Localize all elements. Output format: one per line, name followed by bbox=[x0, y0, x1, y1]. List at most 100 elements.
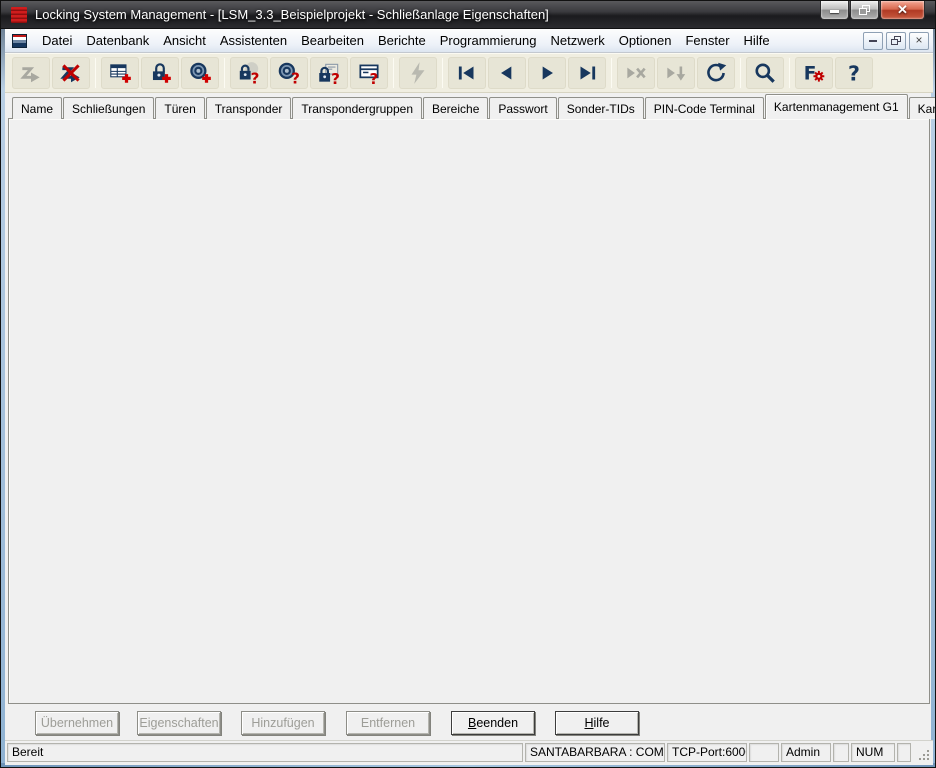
menu-programmierung[interactable]: Programmierung bbox=[433, 29, 544, 52]
read-device-icon: ? bbox=[356, 60, 382, 86]
svg-text:?: ? bbox=[331, 69, 340, 85]
menu-optionen[interactable]: Optionen bbox=[612, 29, 679, 52]
menu-hilfe[interactable]: Hilfe bbox=[737, 29, 777, 52]
apply-button[interactable]: Übernehmen bbox=[35, 711, 119, 735]
filter-settings-icon: F bbox=[801, 60, 827, 86]
search-button[interactable] bbox=[746, 57, 784, 89]
status-empty-2 bbox=[833, 743, 849, 762]
filter-settings-button[interactable]: F bbox=[795, 57, 833, 89]
new-lock-icon bbox=[147, 60, 173, 86]
mdi-restore-icon bbox=[891, 36, 901, 46]
tab-schliessungen[interactable]: Schließungen bbox=[63, 97, 154, 119]
refresh-button[interactable] bbox=[697, 57, 735, 89]
menu-berichte[interactable]: Berichte bbox=[371, 29, 433, 52]
new-locking-system-button[interactable] bbox=[101, 57, 139, 89]
status-empty-1 bbox=[749, 743, 779, 762]
quit-button[interactable]: Beenden bbox=[451, 711, 535, 735]
svg-text:F: F bbox=[804, 63, 817, 84]
read-transponder-icon: ? bbox=[276, 60, 302, 86]
read-transponder-button[interactable]: ? bbox=[270, 57, 308, 89]
menu-ansicht[interactable]: Ansicht bbox=[156, 29, 213, 52]
title-bar: Locking System Management - [LSM_3.3_Bei… bbox=[1, 1, 936, 29]
mdi-minimize-icon bbox=[869, 40, 877, 42]
status-num-lock: NUM bbox=[851, 743, 895, 762]
window-border-left bbox=[1, 29, 5, 763]
svg-text:?: ? bbox=[370, 69, 379, 85]
toolbar-separator bbox=[789, 58, 790, 88]
previous-record-button[interactable] bbox=[488, 57, 526, 89]
read-device-button[interactable]: ? bbox=[350, 57, 388, 89]
tab-kartenmanagement-g1[interactable]: Kartenmanagement G1 bbox=[765, 94, 908, 119]
toolbar: ? ? ? ? bbox=[5, 53, 933, 93]
first-record-icon bbox=[454, 60, 480, 86]
mdi-window-controls: × bbox=[863, 32, 929, 50]
mdi-close-button[interactable]: × bbox=[909, 32, 929, 50]
status-user: Admin bbox=[781, 743, 831, 762]
mdi-minimize-button[interactable] bbox=[863, 32, 883, 50]
tab-tueren[interactable]: Türen bbox=[155, 97, 204, 119]
first-record-button[interactable] bbox=[448, 57, 486, 89]
read-lock-button[interactable]: ? bbox=[230, 57, 268, 89]
tab-passwort[interactable]: Passwort bbox=[489, 97, 556, 119]
menu-assistenten[interactable]: Assistenten bbox=[213, 29, 294, 52]
menu-datenbank[interactable]: Datenbank bbox=[79, 29, 156, 52]
status-ready: Bereit bbox=[7, 743, 523, 762]
toolbar-separator bbox=[95, 58, 96, 88]
properties-button[interactable]: Eigenschaften bbox=[137, 711, 221, 735]
resize-grip-icon[interactable] bbox=[915, 746, 931, 762]
status-empty-3 bbox=[897, 743, 911, 762]
toolbar-separator bbox=[740, 58, 741, 88]
apply-record-icon bbox=[663, 60, 689, 86]
next-record-button[interactable] bbox=[528, 57, 566, 89]
last-record-button[interactable] bbox=[568, 57, 606, 89]
tab-transponder[interactable]: Transponder bbox=[206, 97, 292, 119]
application-window: Locking System Management - [LSM_3.3_Bei… bbox=[0, 0, 936, 768]
close-button[interactable]: ✕ bbox=[880, 1, 925, 20]
document-icon[interactable] bbox=[12, 34, 27, 48]
status-com-port: SANTABARBARA : COM9 bbox=[525, 743, 665, 762]
menu-netzwerk[interactable]: Netzwerk bbox=[544, 29, 612, 52]
tab-transpondergruppen[interactable]: Transpondergruppen bbox=[292, 97, 422, 119]
previous-record-icon bbox=[494, 60, 520, 86]
add-button[interactable]: Hinzufügen bbox=[241, 711, 325, 735]
tab-sonder-tids[interactable]: Sonder-TIDs bbox=[558, 97, 644, 119]
read-lock-card-icon: ? bbox=[316, 60, 342, 86]
remove-button[interactable]: Entfernen bbox=[346, 711, 430, 735]
menu-bar: Datei Datenbank Ansicht Assistenten Bear… bbox=[5, 29, 933, 53]
tab-kartenmanagement-g2[interactable]: Kartenmanagement G2 bbox=[909, 97, 936, 119]
window-title: Locking System Management - [LSM_3.3_Bei… bbox=[35, 1, 549, 29]
tab-strip: Name Schließungen Türen Transponder Tran… bbox=[12, 94, 936, 119]
minimize-icon bbox=[830, 10, 839, 13]
toolbar-separator bbox=[393, 58, 394, 88]
minimize-button[interactable] bbox=[820, 1, 849, 20]
new-lock-button[interactable] bbox=[141, 57, 179, 89]
tab-pin-code-terminal[interactable]: PIN-Code Terminal bbox=[645, 97, 764, 119]
mdi-restore-button[interactable] bbox=[886, 32, 906, 50]
menu-datei[interactable]: Datei bbox=[35, 29, 79, 52]
menu-fenster[interactable]: Fenster bbox=[678, 29, 736, 52]
apply-record-button[interactable] bbox=[657, 57, 695, 89]
restore-icon bbox=[859, 5, 870, 15]
logout-button[interactable] bbox=[52, 57, 90, 89]
svg-text:?: ? bbox=[848, 61, 860, 85]
help-footer-button[interactable]: Hilfe bbox=[555, 711, 639, 735]
login-icon bbox=[18, 60, 44, 86]
window-border-right bbox=[931, 29, 935, 763]
svg-text:?: ? bbox=[251, 69, 260, 86]
cancel-record-button[interactable] bbox=[617, 57, 655, 89]
new-transponder-button[interactable] bbox=[181, 57, 219, 89]
restore-button[interactable] bbox=[850, 1, 879, 20]
status-bar: Bereit SANTABARBARA : COM9 TCP-Port:6000… bbox=[5, 740, 933, 765]
program-button[interactable] bbox=[399, 57, 437, 89]
help-button[interactable]: ? bbox=[835, 57, 873, 89]
login-button[interactable] bbox=[12, 57, 50, 89]
toolbar-separator bbox=[442, 58, 443, 88]
menu-bearbeiten[interactable]: Bearbeiten bbox=[294, 29, 371, 52]
status-tcp-port: TCP-Port:6000 bbox=[667, 743, 747, 762]
tab-bereiche[interactable]: Bereiche bbox=[423, 97, 488, 119]
refresh-icon bbox=[703, 60, 729, 86]
read-lock-card-button[interactable]: ? bbox=[310, 57, 348, 89]
app-logo-icon bbox=[11, 7, 27, 23]
tab-name[interactable]: Name bbox=[12, 97, 62, 119]
tab-content-panel bbox=[8, 118, 930, 704]
